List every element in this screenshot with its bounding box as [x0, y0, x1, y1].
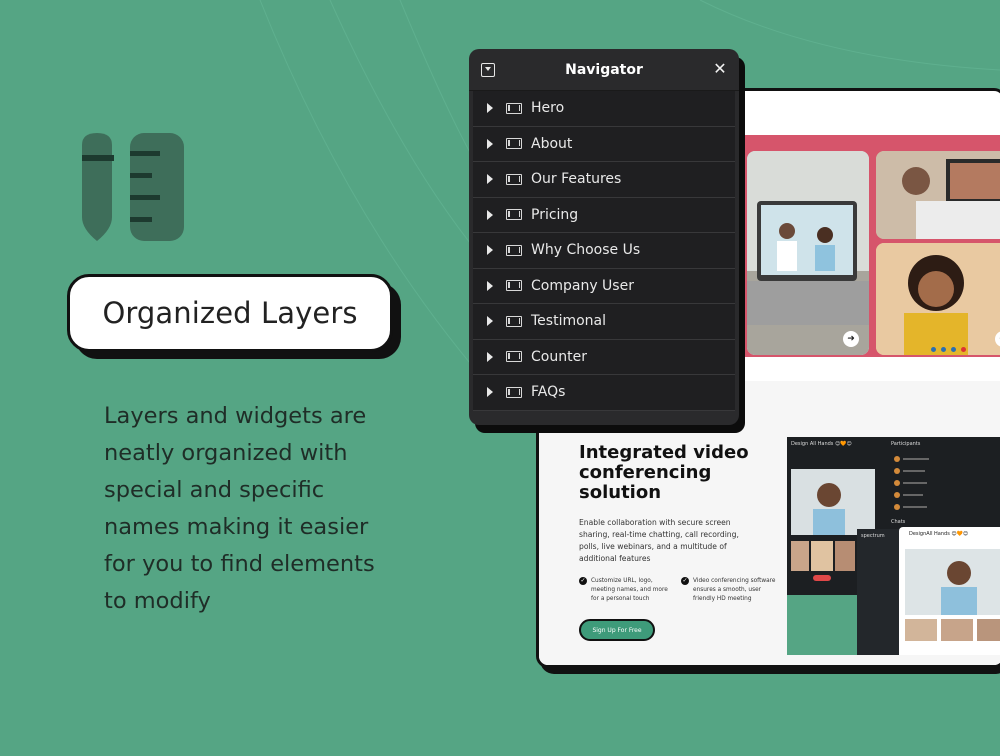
feature-paragraph: Enable collaboration with secure screen … [579, 518, 739, 563]
navigator-item-faqs[interactable]: FAQs [473, 375, 735, 411]
signup-button[interactable]: Sign Up For Free [579, 619, 655, 641]
app-thumbnails [905, 619, 1000, 641]
video-call-photo [747, 151, 869, 355]
app-chat-label: Chats [891, 519, 906, 525]
navigator-header: Navigator ✕ [469, 49, 739, 91]
expand-caret-icon[interactable] [487, 209, 493, 220]
app-mockup-white: DesignAll Hands 😊🧡😊 [899, 527, 1000, 655]
navigator-item-label: Testimonal [531, 313, 607, 330]
navigator-item-counter[interactable]: Counter [473, 339, 735, 375]
expand-caret-icon[interactable] [487, 245, 493, 256]
feature-item-1: Customize URL, logo, meeting names, and … [579, 577, 674, 604]
smiling-woman-photo [876, 243, 1000, 355]
promo-title: Organized Layers [102, 296, 358, 330]
expand-caret-icon[interactable] [487, 280, 493, 291]
navigator-item-label: Pricing [531, 206, 579, 223]
carousel-next-icon[interactable]: ➜ [843, 331, 859, 347]
expand-caret-icon[interactable] [487, 174, 493, 185]
navigator-item-label: Counter [531, 348, 587, 365]
expand-caret-icon[interactable] [487, 351, 493, 362]
layers-logo-icon [82, 133, 184, 241]
expand-caret-icon[interactable] [487, 387, 493, 398]
app-meeting-title-2: DesignAll Hands 😊🧡😊 [909, 531, 969, 537]
feature-item-2: Video conferencing software ensures a sm… [681, 577, 776, 604]
collapse-icon[interactable] [481, 63, 495, 77]
expand-caret-icon[interactable] [487, 138, 493, 149]
expand-caret-icon[interactable] [487, 103, 493, 114]
navigator-item-label: About [531, 135, 573, 152]
app-main-video [905, 549, 1000, 615]
navigator-item-label: Why Choose Us [531, 242, 641, 259]
app-video-tile [791, 469, 875, 535]
navigator-item-pricing[interactable]: Pricing [473, 197, 735, 233]
feature-heading: Integrated video conferencing solution [579, 442, 749, 503]
navigator-item-our-features[interactable]: Our Features [473, 162, 735, 198]
app-participants-list [894, 456, 929, 510]
navigator-item-testimonal[interactable]: Testimonal [473, 304, 735, 340]
promo-description: Layers and widgets are neatly organized … [104, 403, 375, 614]
section-icon [506, 209, 522, 221]
call-controls [931, 347, 966, 352]
section-icon [506, 386, 522, 398]
navigator-list: Hero About Our Features Pricing Why Choo… [469, 91, 739, 411]
navigator-item-hero[interactable]: Hero [473, 91, 735, 127]
navigator-item-label: FAQs [531, 384, 566, 401]
title-pill: Organized Layers [67, 274, 393, 352]
navigator-item-label: Our Features [531, 171, 622, 188]
app-mockup-green [787, 595, 857, 655]
close-icon[interactable]: ✕ [711, 60, 729, 78]
app-sidebar: spectrum [857, 529, 901, 655]
section-icon [506, 138, 522, 150]
section-icon [506, 351, 522, 363]
section-icon [506, 102, 522, 114]
app-thumbnail-row [791, 541, 855, 581]
expand-caret-icon[interactable] [487, 316, 493, 327]
navigator-item-about[interactable]: About [473, 126, 735, 162]
app-meeting-title: Design All Hands 😊🧡😊 [791, 441, 852, 447]
section-icon [506, 280, 522, 292]
app-participants-label: Participants [891, 441, 921, 447]
section-icon [506, 173, 522, 185]
navigator-item-why-choose-us[interactable]: Why Choose Us [473, 233, 735, 269]
navigator-item-label: Company User [531, 277, 634, 294]
laptop-grid-photo [876, 151, 1000, 239]
section-icon [506, 315, 522, 327]
navigator-title: Navigator [565, 61, 643, 78]
navigator-item-company-user[interactable]: Company User [473, 268, 735, 304]
navigator-panel: Navigator ✕ Hero About Our Features Pric… [469, 49, 739, 425]
navigator-item-label: Hero [531, 100, 565, 117]
section-icon [506, 244, 522, 256]
app-brand: spectrum [861, 533, 885, 539]
